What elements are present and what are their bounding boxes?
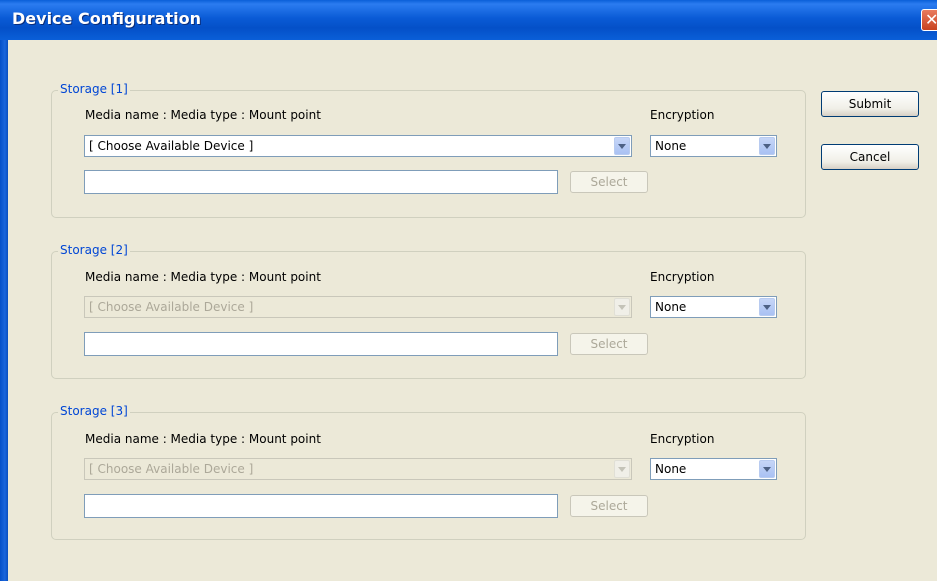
path-input[interactable] (84, 332, 558, 356)
close-icon: ✕ (925, 10, 937, 29)
chevron-down-icon[interactable] (759, 460, 775, 478)
encryption-dropdown-value: None (655, 300, 687, 314)
close-button[interactable]: ✕ (921, 9, 937, 31)
chevron-down-icon[interactable] (759, 137, 775, 155)
encryption-dropdown[interactable]: None (650, 458, 777, 480)
media-label: Media name : Media type : Mount point (85, 270, 321, 284)
device-dropdown-value: [ Choose Available Device ] (89, 139, 254, 153)
select-button[interactable]: Select (570, 333, 648, 355)
storage-group-2: Storage [2] Media name : Media type : Mo… (51, 243, 806, 379)
device-dropdown: [ Choose Available Device ] (84, 296, 632, 318)
encryption-label: Encryption (650, 432, 715, 446)
window-frame-left (0, 40, 8, 581)
storage-legend: Storage [3] (58, 404, 130, 418)
encryption-label: Encryption (650, 108, 715, 122)
storage-legend: Storage [2] (58, 243, 130, 257)
chevron-down-icon (614, 298, 630, 316)
encryption-dropdown-value: None (655, 139, 687, 153)
encryption-dropdown-value: None (655, 462, 687, 476)
chevron-down-icon[interactable] (614, 137, 630, 155)
device-dropdown-value: [ Choose Available Device ] (89, 300, 254, 314)
media-label: Media name : Media type : Mount point (85, 108, 321, 122)
title-bar[interactable]: Device Configuration ✕ (0, 0, 937, 40)
encryption-label: Encryption (650, 270, 715, 284)
device-dropdown[interactable]: [ Choose Available Device ] (84, 135, 632, 157)
device-dropdown-value: [ Choose Available Device ] (89, 462, 254, 476)
encryption-dropdown[interactable]: None (650, 296, 777, 318)
encryption-dropdown[interactable]: None (650, 135, 777, 157)
device-dropdown: [ Choose Available Device ] (84, 458, 632, 480)
storage-legend: Storage [1] (58, 82, 130, 96)
storage-group-3: Storage [3] Media name : Media type : Mo… (51, 404, 806, 540)
submit-button[interactable]: Submit (821, 91, 919, 117)
select-button-label: Select (590, 499, 628, 513)
select-button[interactable]: Select (570, 495, 648, 517)
cancel-button[interactable]: Cancel (821, 144, 919, 170)
chevron-down-icon[interactable] (759, 298, 775, 316)
select-button[interactable]: Select (570, 171, 648, 193)
path-input[interactable] (84, 494, 558, 518)
path-input[interactable] (84, 170, 558, 194)
chevron-down-icon (614, 460, 630, 478)
storage-group-1: Storage [1] Media name : Media type : Mo… (51, 82, 806, 218)
media-label: Media name : Media type : Mount point (85, 432, 321, 446)
dialog-body: Storage [1] Media name : Media type : Mo… (8, 40, 937, 581)
submit-button-label: Submit (848, 97, 892, 111)
select-button-label: Select (590, 175, 628, 189)
window-title: Device Configuration (12, 9, 201, 28)
select-button-label: Select (590, 337, 628, 351)
cancel-button-label: Cancel (849, 150, 891, 164)
